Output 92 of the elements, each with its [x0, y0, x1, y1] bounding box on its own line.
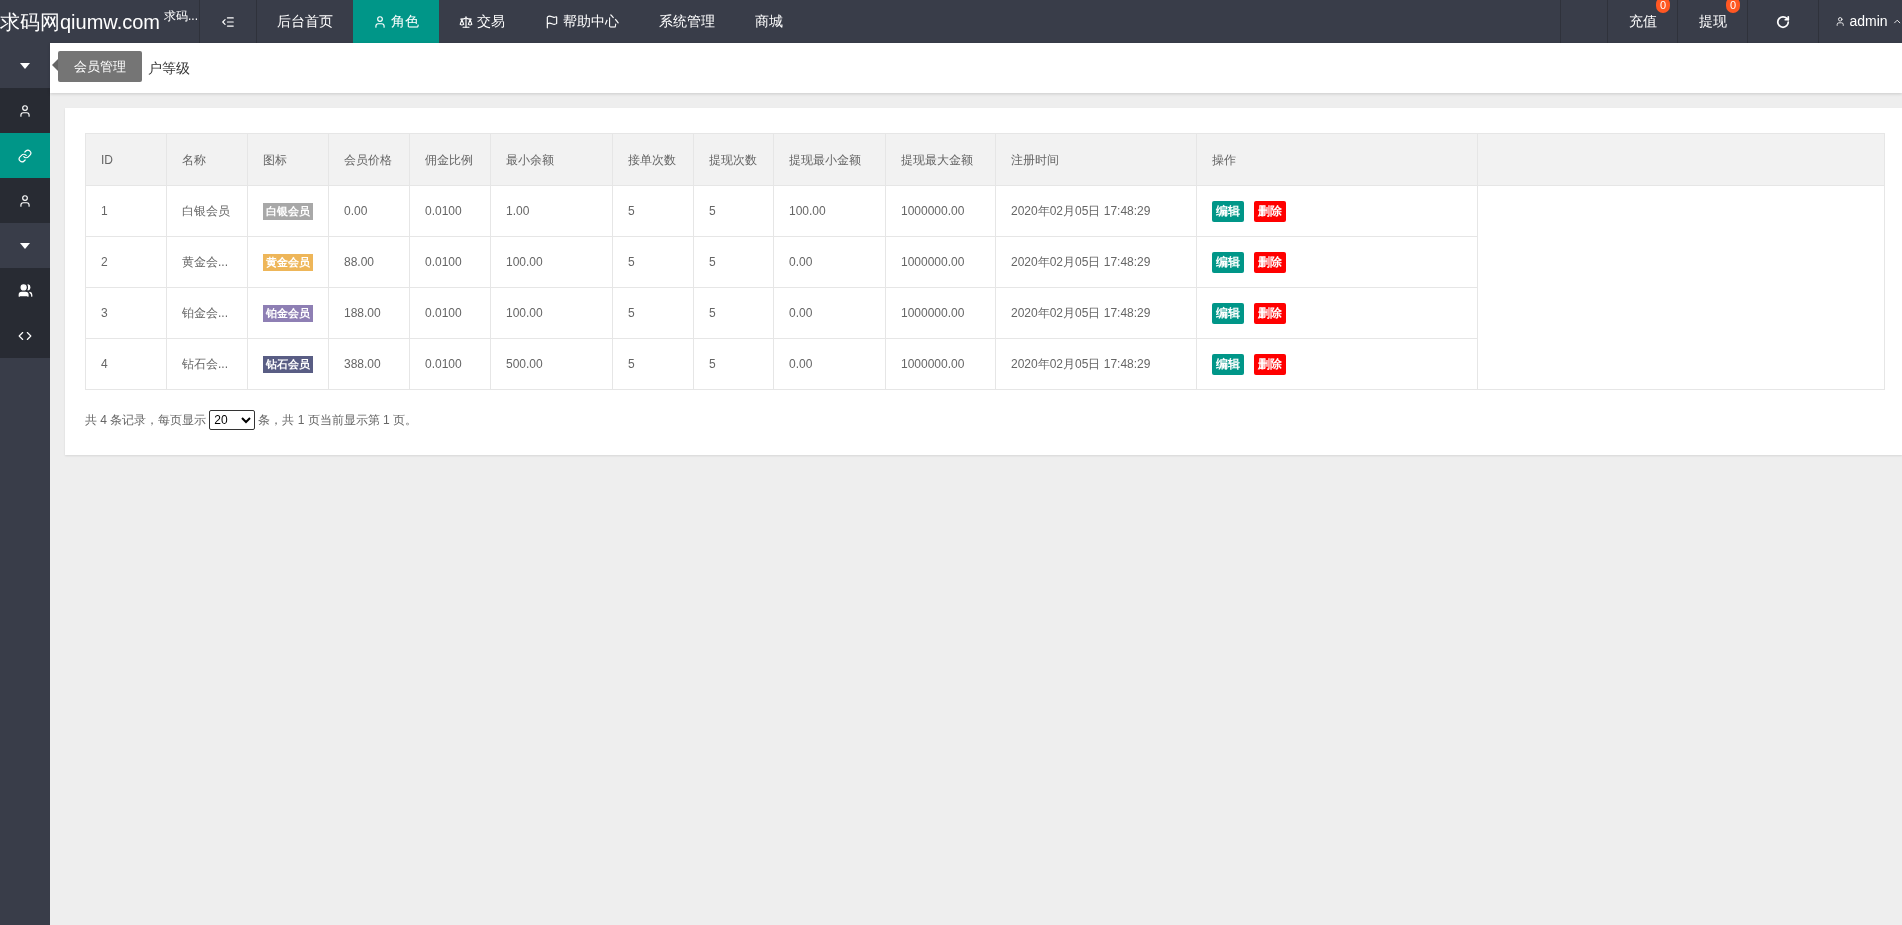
nav-tab[interactable]: 交易 [439, 0, 525, 43]
table-cell: 3 [85, 287, 167, 339]
table-cell: 5 [612, 338, 694, 390]
table-cell: 2020年02月05日 17:48:29 [995, 338, 1197, 390]
table-cell: 铂金会... [166, 287, 248, 339]
table-cell: 1000000.00 [885, 287, 996, 339]
table-cell: 0.00 [773, 236, 886, 288]
delete-button[interactable]: 删除 [1254, 353, 1286, 375]
table-cell: 0.0100 [409, 338, 491, 390]
column-header: 操作 [1196, 133, 1478, 186]
table-cell: 1000000.00 [885, 338, 996, 390]
table-cell: 100.00 [490, 236, 613, 288]
table-cell: 0.00 [328, 185, 410, 237]
user-icon [18, 103, 32, 118]
table-cell: 100.00 [490, 287, 613, 339]
page-size-select[interactable]: 20 [209, 410, 256, 430]
column-header: 提现最大金额 [885, 133, 996, 186]
column-header: 最小余额 [490, 133, 613, 186]
table-cell: 5 [693, 236, 774, 288]
table-cell: 0.00 [773, 287, 886, 339]
table-cell: 88.00 [328, 236, 410, 288]
table-cell: 2 [85, 236, 167, 288]
column-header: 名称 [166, 133, 248, 186]
tooltip: 会员管理 [58, 51, 142, 82]
nav-tab[interactable]: 角色 [353, 0, 439, 43]
table-cell: 黄金会... [166, 236, 248, 288]
count-badge: 0 [1655, 0, 1670, 13]
table-cell: 5 [693, 287, 774, 339]
table-cell: 5 [693, 185, 774, 237]
users-icon [17, 283, 33, 298]
table-cell: 5 [612, 236, 694, 288]
column-header: 佣金比例 [409, 133, 491, 186]
nav-tab[interactable]: 帮助中心 [525, 0, 639, 43]
column-header: ID [85, 133, 167, 186]
link-icon [18, 148, 32, 163]
delete-button[interactable]: 删除 [1254, 200, 1286, 222]
table-cell: 2020年02月05日 17:48:29 [995, 236, 1197, 288]
column-header: 会员价格 [328, 133, 410, 186]
scale-icon [459, 14, 473, 29]
menu-icon [221, 14, 235, 29]
level-badge: 钻石会员 [263, 356, 313, 373]
column-header: 接单次数 [612, 133, 694, 186]
table-cell: 0.00 [773, 338, 886, 390]
refresh-icon [1776, 14, 1790, 29]
table-cell: 0.0100 [409, 185, 491, 237]
edit-button[interactable]: 编辑 [1212, 302, 1244, 324]
table-cell: 1 [85, 185, 167, 237]
caret-icon [20, 62, 30, 69]
logo: 求码网qiumw.com [0, 9, 161, 35]
table-cell: 188.00 [328, 287, 410, 339]
table-cell: 500.00 [490, 338, 613, 390]
table-cell: 5 [612, 185, 694, 237]
pagination-text: 条，共 1 页当前显示第 1 页。 [258, 412, 418, 429]
column-header: 提现最小金额 [773, 133, 886, 186]
pagination-text: 共 4 条记录，每页显示 [85, 412, 207, 429]
edit-button[interactable]: 编辑 [1212, 353, 1244, 375]
count-badge: 0 [1725, 0, 1740, 13]
edit-button[interactable]: 编辑 [1212, 251, 1244, 273]
nav-tab[interactable]: 系统管理 [639, 0, 735, 43]
flag-icon [545, 14, 559, 29]
table-cell: 388.00 [328, 338, 410, 390]
table-cell: 2020年02月05日 17:48:29 [995, 287, 1197, 339]
level-badge: 黄金会员 [263, 254, 313, 271]
table-cell: 5 [612, 287, 694, 339]
table-cell: 5 [693, 338, 774, 390]
delete-button[interactable]: 删除 [1254, 251, 1286, 273]
table-cell: 白银会员 [166, 185, 248, 237]
level-badge: 铂金会员 [263, 305, 313, 322]
level-badge: 白银会员 [263, 203, 313, 220]
table-cell: 0.0100 [409, 236, 491, 288]
table-cell: 1.00 [490, 185, 613, 237]
table-cell: 4 [85, 338, 167, 390]
user-icon [1835, 15, 1846, 28]
nav-tab[interactable]: 后台首页 [257, 0, 353, 43]
table-cell: 钻石会... [166, 338, 248, 390]
table-cell: 1000000.00 [885, 185, 996, 237]
user-icon [18, 193, 32, 208]
logo-subtitle: 求码... [164, 7, 199, 25]
sidebar-item[interactable] [0, 268, 50, 313]
user-icon [373, 14, 387, 29]
column-header: 图标 [247, 133, 329, 186]
column-header: 注册时间 [995, 133, 1197, 186]
breadcrumb: 户等级 [148, 58, 190, 78]
nav-tab[interactable]: 商城 [735, 0, 803, 43]
column-header: 提现次数 [693, 133, 774, 186]
table-cell: 100.00 [773, 185, 886, 237]
caret-icon [20, 242, 30, 249]
delete-button[interactable]: 删除 [1254, 302, 1286, 324]
table-cell: 2020年02月05日 17:48:29 [995, 185, 1197, 237]
table-cell: 0.0100 [409, 287, 491, 339]
edit-button[interactable]: 编辑 [1212, 200, 1244, 222]
table-cell: 1000000.00 [885, 236, 996, 288]
